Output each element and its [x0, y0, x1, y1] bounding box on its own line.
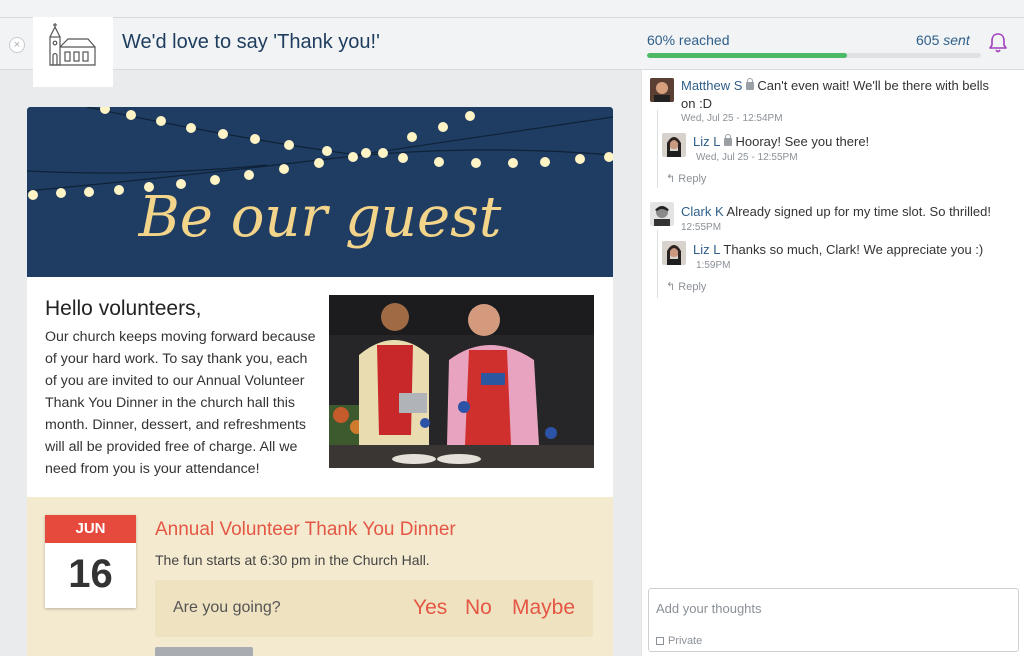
reply-label: Reply [678, 281, 707, 293]
reply-link[interactable]: ↰ Reply [666, 280, 706, 293]
event-action-button[interactable] [155, 647, 253, 656]
church-icon [49, 23, 96, 66]
reply-label: Reply [678, 173, 707, 185]
sent-word: sent [943, 32, 970, 48]
avatar [650, 202, 674, 226]
comment-body: Already signed up for my time slot. So t… [726, 204, 991, 219]
notifications-button[interactable] [987, 31, 1009, 55]
bell-icon [989, 33, 1007, 53]
private-label: Private [668, 635, 703, 647]
comment-input[interactable] [656, 597, 1006, 619]
close-icon: × [13, 39, 21, 51]
comment-body: Can't even wait! We'll be there with bel… [757, 78, 990, 93]
lock-icon [746, 78, 755, 90]
comment-body-cont: on :D [681, 96, 713, 111]
lock-icon [724, 134, 733, 146]
progress-bar [647, 53, 981, 58]
rsvp-yes-button[interactable]: Yes [413, 596, 447, 620]
comment-author[interactable]: Matthew S [681, 78, 742, 93]
page-title: We'd love to say 'Thank you!' [122, 31, 380, 53]
reply-body: Thanks so much, Clark! We appreciate you… [723, 242, 984, 257]
message-card: Be our guest Hello volunteers, Our churc… [27, 107, 613, 656]
reply-text: Liz L Thanks so much, Clark! We apprecia… [693, 241, 1018, 259]
reply-text: Liz L Hooray! See you there! [693, 133, 1013, 151]
comments-panel: Matthew S Can't even wait! We'll be there… [641, 70, 1024, 656]
event-month: JUN [45, 515, 136, 543]
thread-line [657, 110, 658, 188]
message-pane: Be our guest Hello volunteers, Our churc… [0, 70, 641, 656]
comment-text: Clark K Already signed up for my time sl… [681, 203, 1021, 221]
reply-time: Wed, Jul 25 - 12:55PM [696, 152, 798, 163]
avatar [662, 241, 686, 265]
reply-time: 1:59PM [696, 260, 731, 271]
greeting-heading: Hello volunteers, [45, 297, 202, 320]
reached-label: 60% reached [647, 32, 730, 48]
event-title[interactable]: Annual Volunteer Thank You Dinner [155, 519, 456, 541]
comment-text: Matthew S Can't even wait! We'll be there… [681, 77, 1011, 113]
event-date-card: JUN 16 [45, 515, 136, 608]
reply-arrow-icon: ↰ [666, 281, 679, 293]
reply-arrow-icon: ↰ [666, 173, 679, 185]
church-logo [33, 17, 113, 87]
top-divider [0, 17, 1024, 18]
message-body: Our church keeps moving forward because … [45, 329, 316, 477]
thread-line [657, 230, 658, 298]
event-day: 16 [68, 552, 113, 596]
comment-time: Wed, Jul 25 - 12:54PM [681, 113, 783, 124]
reply-author[interactable]: Liz L [693, 242, 720, 257]
rsvp-question: Are you going? [173, 599, 281, 616]
sent-counter: 605 sent [916, 32, 970, 48]
comment-time: 12:55PM [681, 222, 722, 233]
event-section: JUN 16 Annual Volunteer Thank You Dinner… [27, 497, 613, 656]
progress-fill [647, 53, 848, 58]
event-description: The fun starts at 6:30 pm in the Church … [155, 552, 430, 568]
comment-author[interactable]: Clark K [681, 204, 724, 219]
banner-title: Be our guest [138, 185, 502, 250]
close-button[interactable]: × [9, 37, 25, 53]
private-checkbox[interactable] [656, 637, 664, 645]
reply-link[interactable]: ↰ Reply [666, 172, 706, 185]
avatar [650, 78, 674, 102]
sent-count: 605 [916, 32, 940, 48]
volunteers-photo [329, 295, 594, 468]
banner: Be our guest [27, 107, 613, 277]
rsvp-box: Are you going? Yes No Maybe [155, 580, 593, 637]
rsvp-maybe-button[interactable]: Maybe [512, 596, 575, 620]
private-toggle[interactable]: Private [656, 635, 702, 647]
rsvp-no-button[interactable]: No [465, 596, 492, 620]
reply-author[interactable]: Liz L [693, 134, 720, 149]
comment-composer: Private [648, 588, 1019, 652]
volunteers-illustration [329, 295, 594, 468]
avatar [662, 133, 686, 157]
reply-body: Hooray! See you there! [735, 134, 870, 149]
